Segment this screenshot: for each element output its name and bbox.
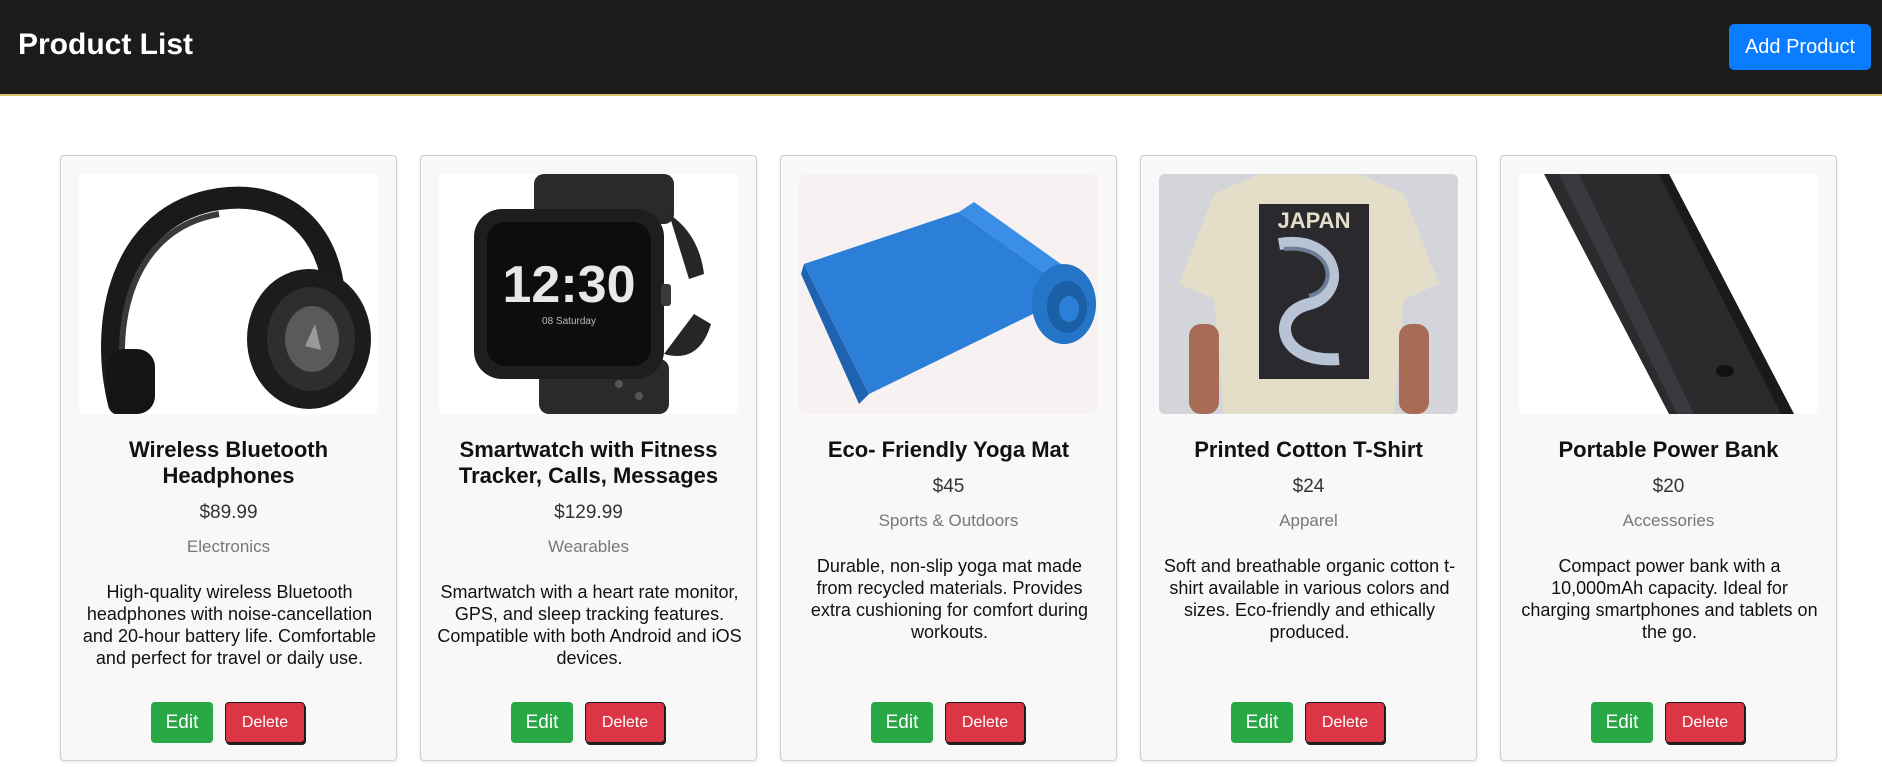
product-description: Durable, non-slip yoga mat made from rec… [810,556,1089,642]
product-title: Portable Power Bank [1558,437,1779,462]
product-card: 12:30 08 Saturday Smartwatch with Fitnes… [420,155,757,761]
add-product-button[interactable]: Add Product [1729,24,1871,70]
shirt-print-text: JAPAN [1278,208,1351,233]
product-card: JAPAN Printed Cotton T-Shirt $24 Apparel… [1140,155,1477,761]
edit-button[interactable]: Edit [1231,702,1293,743]
product-category: Accessories [1622,511,1715,530]
headphones-image [79,174,378,414]
delete-button[interactable]: Delete [225,702,305,743]
yoga-mat-image [799,174,1098,414]
product-description: Smartwatch with a heart rate monitor, GP… [437,582,742,668]
product-price: $20 [1652,476,1685,497]
product-title: Smartwatch with Fitness Tracker, Calls, … [458,437,719,488]
delete-button[interactable]: Delete [945,702,1025,743]
product-price: $45 [932,476,965,497]
product-description: High-quality wireless Bluetooth headphon… [82,582,377,668]
delete-button[interactable]: Delete [585,702,665,743]
product-price: $129.99 [554,502,623,523]
product-category: Wearables [548,537,629,556]
product-title: Eco- Friendly Yoga Mat [827,437,1070,462]
product-card: Eco- Friendly Yoga Mat $45 Sports & Outd… [780,155,1117,761]
power-bank-image [1519,174,1818,414]
product-title: Printed Cotton T-Shirt [1194,437,1423,462]
page-header: Product List Add Product [0,0,1882,96]
page-title: Product List [18,28,194,61]
tshirt-image: JAPAN [1159,174,1458,414]
smartwatch-image: 12:30 08 Saturday [439,174,738,414]
edit-button[interactable]: Edit [511,702,573,743]
edit-button[interactable]: Edit [871,702,933,743]
product-description: Soft and breathable organic cotton t-shi… [1163,556,1456,642]
product-price: $24 [1292,476,1325,497]
delete-button[interactable]: Delete [1665,702,1745,743]
watch-time-label: 12:30 [503,256,636,314]
watch-day-label: 08 Saturday [542,316,596,327]
product-description: Compact power bank with a 10,000mAh capa… [1521,556,1818,642]
product-price: $89.99 [199,502,258,523]
product-title: Wireless Bluetooth Headphones [128,437,329,488]
product-card: Wireless Bluetooth Headphones $89.99 Ele… [60,155,397,761]
product-category: Apparel [1279,511,1338,530]
edit-button[interactable]: Edit [1591,702,1653,743]
delete-button[interactable]: Delete [1305,702,1385,743]
product-category: Sports & Outdoors [878,511,1019,530]
edit-button[interactable]: Edit [151,702,213,743]
product-card: Portable Power Bank $20 Accessories Comp… [1500,155,1837,761]
product-category: Electronics [186,537,271,556]
